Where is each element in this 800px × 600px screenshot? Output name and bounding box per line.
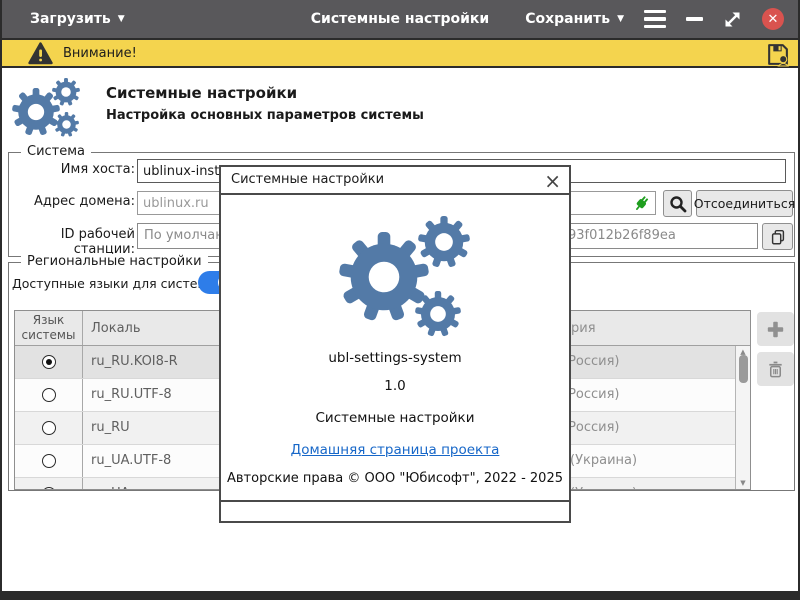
- scroll-down-icon[interactable]: ▼: [736, 479, 750, 487]
- table-scrollbar[interactable]: ▲ ▼: [735, 346, 750, 489]
- territory-cell: (Россия): [563, 346, 620, 378]
- warning-bar: Внимание!: [2, 38, 798, 68]
- scrollbar-thumb[interactable]: [739, 355, 748, 383]
- territory-cell: (Украина): [570, 478, 637, 490]
- warning-text: Внимание!: [63, 46, 137, 61]
- dialog-close-icon[interactable]: ×: [544, 168, 561, 194]
- add-locale-button[interactable]: [757, 312, 794, 346]
- territory-cell: (Россия): [563, 379, 620, 411]
- about-app-name: ubl-settings-system: [221, 350, 569, 366]
- hostname-label: Имя хоста:: [11, 162, 135, 177]
- regional-legend: Региональные настройки: [21, 254, 208, 269]
- maximize-icon[interactable]: [723, 10, 742, 29]
- load-menu-button[interactable]: Загрузить ▼: [30, 11, 125, 27]
- domain-label: Адрес домена:: [11, 194, 135, 209]
- save-menu-label: Сохранить: [525, 11, 610, 27]
- homepage-link[interactable]: Домашняя страница проекта: [291, 442, 500, 458]
- about-dialog-footer: [221, 500, 569, 523]
- copy-icon: [769, 228, 787, 246]
- gears-app-icon: [12, 76, 96, 140]
- available-languages-label: Доступные языки для системы:: [12, 276, 221, 291]
- territory-cell: (Россия): [563, 412, 620, 444]
- about-dialog: Системные настройки × ubl-settings-syste…: [219, 165, 571, 523]
- territory-cell: (Украина): [570, 445, 637, 477]
- delete-locale-button[interactable]: [757, 352, 794, 386]
- warning-triangle-icon: [28, 42, 53, 65]
- workstation-id-value-right: 93f012b26f89ea: [568, 228, 676, 243]
- chevron-down-icon: ▼: [617, 14, 624, 24]
- system-language-radio[interactable]: [42, 487, 56, 490]
- window-bottom-frame: [2, 591, 798, 600]
- column-header-system-language: Язык системы: [15, 311, 83, 345]
- gears-logo: [316, 209, 486, 344]
- column-header-territory: рия: [571, 311, 596, 346]
- page-subtitle: Настройка основных параметров системы: [106, 108, 424, 123]
- about-description: Системные настройки: [221, 410, 569, 426]
- copy-id-button[interactable]: [762, 223, 793, 250]
- system-language-radio[interactable]: [42, 421, 56, 435]
- about-dialog-titlebar: Системные настройки ×: [221, 167, 569, 195]
- plus-icon: [766, 320, 785, 339]
- about-copyright: Авторские права © ООО "Юбисофт", 2022 - …: [221, 471, 569, 486]
- disconnect-button[interactable]: Отсоединиться: [696, 190, 793, 217]
- app-window: Системные настройки Загрузить ▼ Сохранит…: [0, 0, 800, 600]
- load-menu-label: Загрузить: [30, 11, 111, 27]
- close-icon: ✕: [768, 12, 779, 27]
- trash-icon: [766, 360, 785, 379]
- plug-connected-icon: [631, 193, 652, 214]
- titlebar: Системные настройки Загрузить ▼ Сохранит…: [2, 0, 798, 38]
- about-version: 1.0: [221, 378, 569, 394]
- hamburger-menu-icon[interactable]: [644, 10, 666, 29]
- about-dialog-title: Системные настройки: [231, 172, 384, 187]
- system-language-radio[interactable]: [42, 388, 56, 402]
- page-title: Системные настройки: [106, 84, 297, 102]
- workstation-id-label: ID рабочей станции:: [11, 227, 135, 257]
- system-legend: Система: [21, 144, 91, 159]
- close-button[interactable]: ✕: [762, 8, 784, 30]
- save-file-icon[interactable]: [765, 42, 790, 67]
- system-language-radio[interactable]: [42, 454, 56, 468]
- minimize-button[interactable]: [686, 17, 703, 21]
- search-domain-button[interactable]: [663, 190, 692, 217]
- system-language-radio[interactable]: [42, 355, 56, 369]
- save-menu-button[interactable]: Сохранить ▼: [525, 11, 624, 27]
- chevron-down-icon: ▼: [118, 14, 125, 24]
- search-icon: [669, 195, 687, 213]
